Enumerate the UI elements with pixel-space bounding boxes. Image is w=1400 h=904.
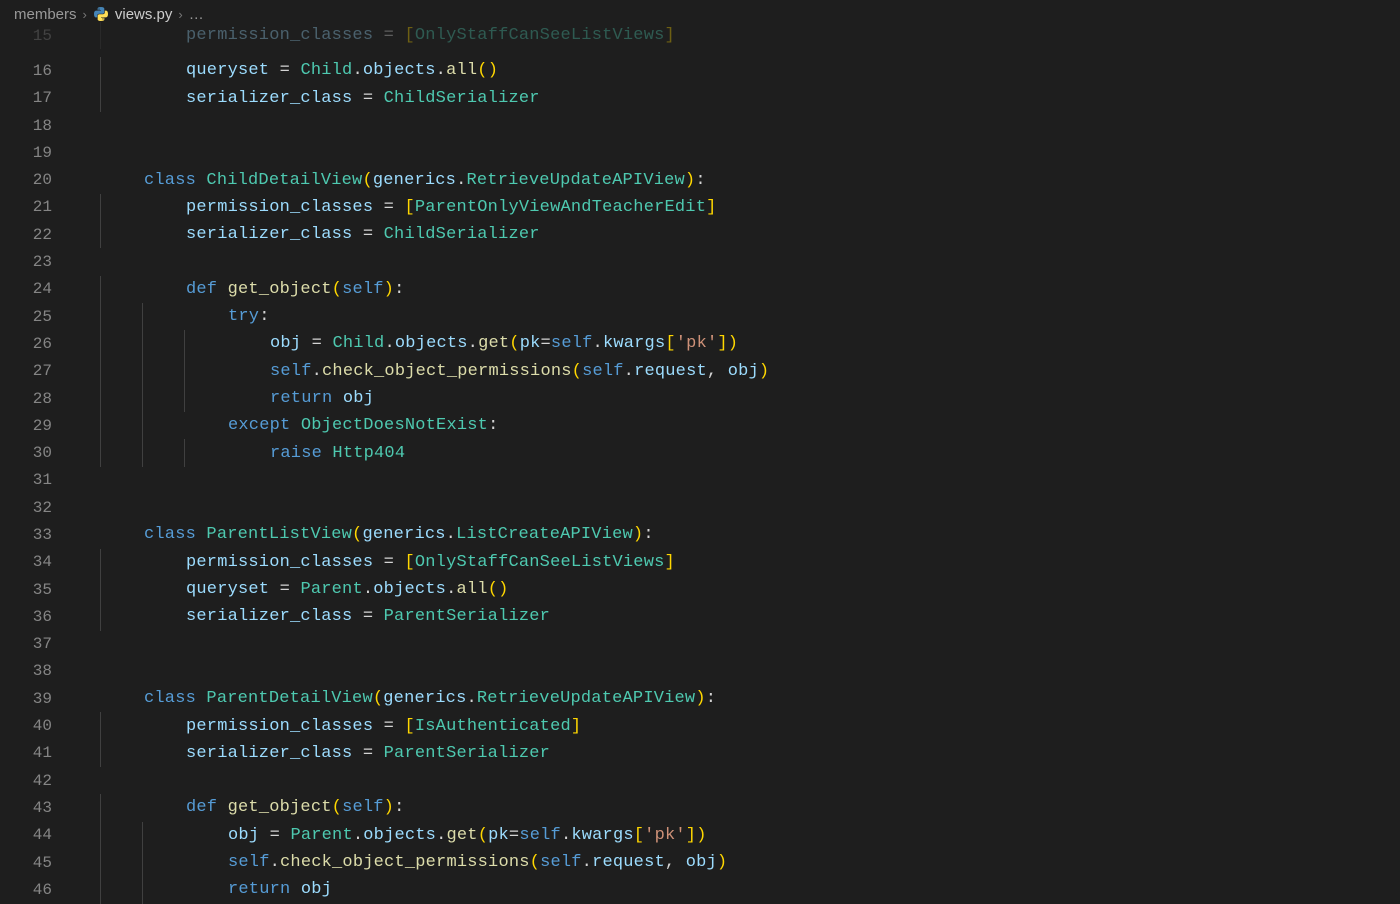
code-content[interactable]: serializer_class = ParentSerializer [158,607,550,626]
line-number: 35 [0,581,74,599]
code-line[interactable]: 26 obj = Child.objects.get(pk=self.kwargs… [0,330,1400,357]
line-number: 32 [0,499,74,517]
code-line[interactable]: 31 [0,467,1400,494]
line-number: 26 [0,335,74,353]
code-line[interactable]: 27 self.check_object_permissions(self.req… [0,358,1400,385]
code-line[interactable]: 29 except ObjectDoesNotExist: [0,412,1400,439]
line-number: 16 [0,62,74,80]
line-number: 46 [0,881,74,899]
code-content[interactable]: serializer_class = ParentSerializer [158,744,550,763]
code-line[interactable]: 42 [0,767,1400,794]
line-number: 17 [0,89,74,107]
line-number: 27 [0,362,74,380]
code-line[interactable]: 40 permission_classes = [IsAuthenticated] [0,712,1400,739]
line-number: 41 [0,744,74,762]
line-number: 36 [0,608,74,626]
line-number: 38 [0,662,74,680]
chevron-right-icon: › [178,7,182,22]
chevron-right-icon: › [83,7,87,22]
code-line[interactable]: 28 return obj [0,385,1400,412]
line-number: 45 [0,854,74,872]
code-content[interactable]: permission_classes = [IsAuthenticated] [158,717,581,736]
breadcrumb-file[interactable]: views.py [115,6,173,23]
code-line[interactable]: 46 return obj [0,876,1400,903]
code-line[interactable]: 20 class ChildDetailView(generics.Retriev… [0,166,1400,193]
code-line[interactable]: 37 [0,631,1400,658]
line-number: 40 [0,717,74,735]
line-number: 31 [0,471,74,489]
code-content[interactable]: def get_object(self): [158,798,404,817]
line-number: 44 [0,826,74,844]
line-number: 29 [0,417,74,435]
code-content[interactable]: queryset = Parent.objects.all() [158,580,509,599]
code-line[interactable]: 33 class ParentListView(generics.ListCrea… [0,521,1400,548]
line-number: 23 [0,253,74,271]
code-content[interactable]: self.check_object_permissions(self.reque… [242,362,769,381]
code-line[interactable]: 25 try: [0,303,1400,330]
code-content[interactable]: obj = Parent.objects.get(pk=self.kwargs[… [200,826,707,845]
code-line[interactable]: 30 raise Http404 [0,439,1400,466]
code-line[interactable]: 35 queryset = Parent.objects.all() [0,576,1400,603]
code-content[interactable]: return obj [200,880,332,899]
code-editor[interactable]: 15 permission_classes = [OnlyStaffCanSeeL… [0,28,1400,904]
code-line[interactable]: 16 queryset = Child.objects.all() [0,57,1400,84]
code-content[interactable]: queryset = Child.objects.all() [158,61,498,80]
code-content[interactable]: serializer_class = ChildSerializer [158,225,540,244]
code-line[interactable]: 41 serializer_class = ParentSerializer [0,740,1400,767]
code-line[interactable]: 19 [0,139,1400,166]
code-content[interactable]: raise Http404 [242,444,405,463]
line-number: 28 [0,390,74,408]
line-number: 19 [0,144,74,162]
code-line[interactable]: 45 self.check_object_permissions(self.req… [0,849,1400,876]
python-file-icon [93,6,109,22]
line-number: 34 [0,553,74,571]
line-number: 21 [0,198,74,216]
code-line[interactable]: 44 obj = Parent.objects.get(pk=self.kwarg… [0,822,1400,849]
line-number: 15 [0,27,74,45]
code-line[interactable]: 18 [0,112,1400,139]
breadcrumb-folder[interactable]: members [14,6,77,23]
code-content[interactable]: serializer_class = ChildSerializer [158,89,540,108]
line-number: 18 [0,117,74,135]
code-line[interactable]: 22 serializer_class = ChildSerializer [0,221,1400,248]
code-content[interactable]: permission_classes = [OnlyStaffCanSeeLis… [158,553,675,572]
line-number: 24 [0,280,74,298]
code-content[interactable]: self.check_object_permissions(self.reque… [200,853,727,872]
code-content[interactable]: obj = Child.objects.get(pk=self.kwargs['… [242,334,738,353]
line-number: 37 [0,635,74,653]
code-line[interactable]: 38 [0,658,1400,685]
code-line[interactable]: 34 permission_classes = [OnlyStaffCanSeeL… [0,549,1400,576]
line-number: 43 [0,799,74,817]
code-content[interactable]: except ObjectDoesNotExist: [200,416,498,435]
code-content[interactable]: permission_classes = [ParentOnlyViewAndT… [158,198,717,217]
code-content[interactable]: permission_classes = [OnlyStaffCanSeeLis… [158,26,675,45]
code-line[interactable]: 36 serializer_class = ParentSerializer [0,603,1400,630]
line-number: 22 [0,226,74,244]
line-number: 33 [0,526,74,544]
code-line[interactable]: 24 def get_object(self): [0,276,1400,303]
code-content[interactable]: def get_object(self): [158,280,404,299]
code-content[interactable]: class ParentDetailView(generics.Retrieve… [116,689,716,708]
code-line[interactable]: 43 def get_object(self): [0,794,1400,821]
line-number: 39 [0,690,74,708]
line-number: 30 [0,444,74,462]
code-line[interactable]: 23 [0,248,1400,275]
code-content[interactable]: class ChildDetailView(generics.RetrieveU… [116,171,706,190]
code-line[interactable]: 21 permission_classes = [ParentOnlyViewAn… [0,194,1400,221]
breadcrumb-trail[interactable]: … [189,6,204,23]
line-number: 42 [0,772,74,790]
code-content[interactable]: class ParentListView(generics.ListCreate… [116,525,654,544]
code-content[interactable]: try: [200,307,270,326]
code-line[interactable]: 39 class ParentDetailView(generics.Retrie… [0,685,1400,712]
code-content[interactable]: return obj [242,389,374,408]
code-line[interactable]: 17 serializer_class = ChildSerializer [0,85,1400,112]
line-number: 20 [0,171,74,189]
line-number: 25 [0,308,74,326]
code-line[interactable]: 32 [0,494,1400,521]
code-line[interactable]: 15 permission_classes = [OnlyStaffCanSeeL… [0,22,1400,49]
